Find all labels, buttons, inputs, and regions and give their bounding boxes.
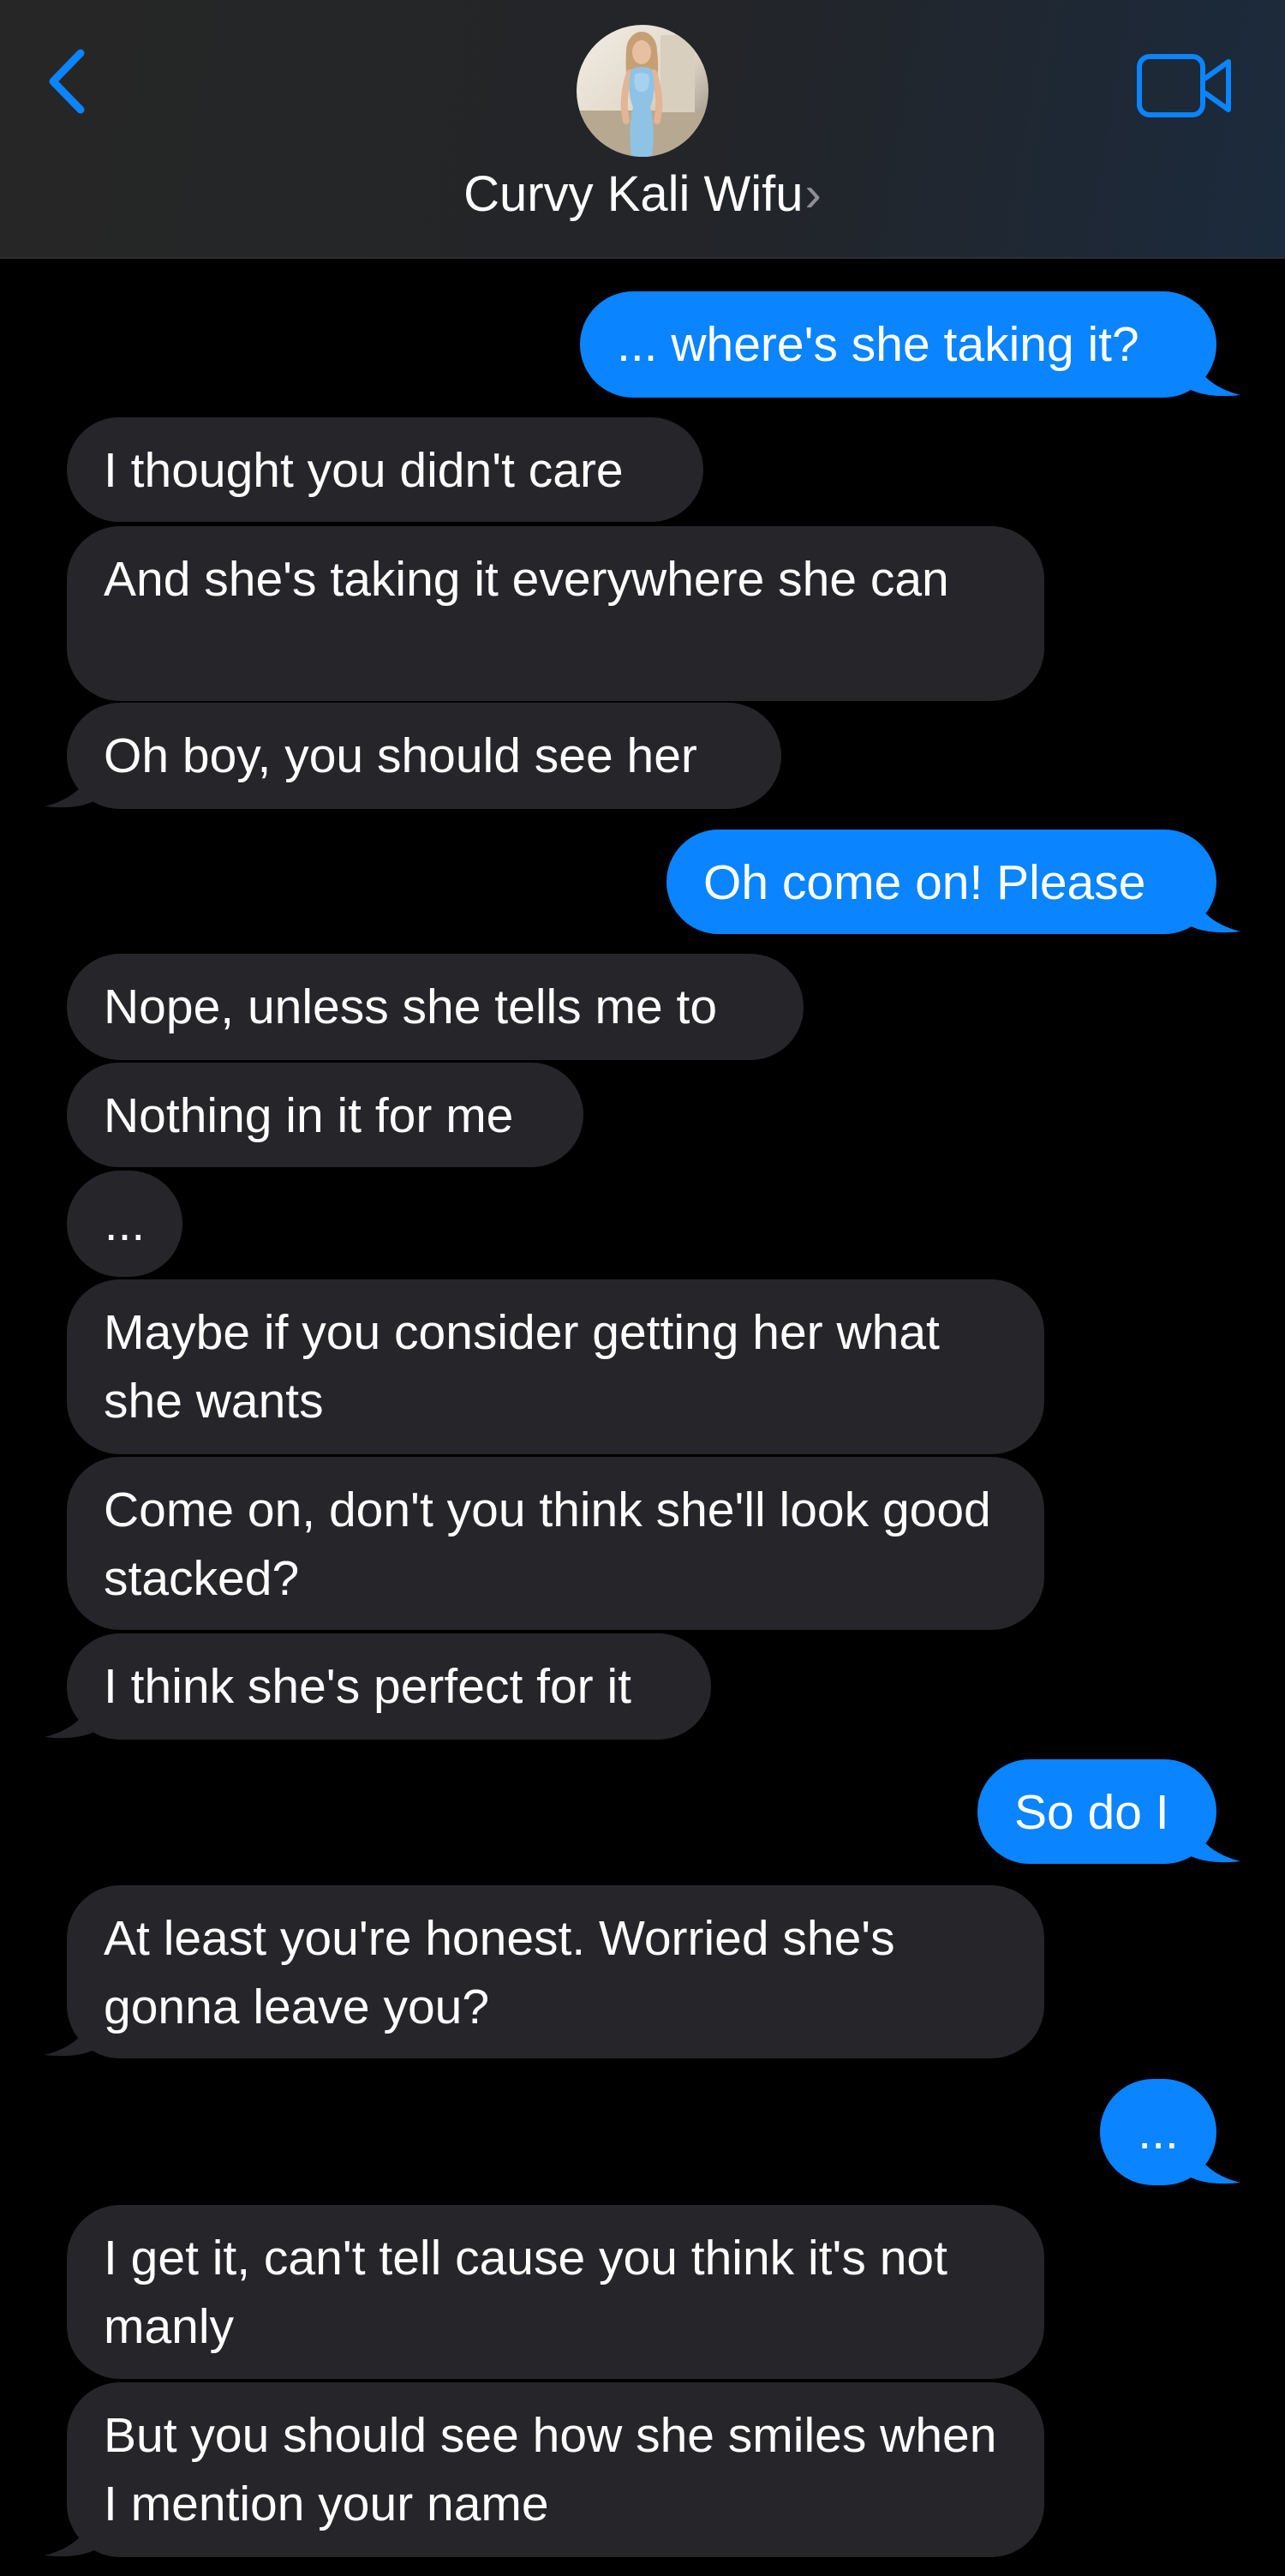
bubble-tail [45,2511,94,2557]
message-bubble-received[interactable]: ... [67,1171,182,1277]
message-bubble-received[interactable]: Maybe if you consider getting her what s… [67,1279,1044,1454]
message-text: Maybe if you consider getting her what s… [104,1305,940,1429]
message-bubble-sent[interactable]: Oh come on! Please [666,830,1216,934]
message-text: ... [1138,2105,1179,2160]
video-call-button[interactable] [1136,53,1234,120]
message-text: I think she's perfect for it [104,1659,631,1714]
bubble-tail [45,762,94,808]
bubble-tail [1191,2138,1240,2184]
message-bubble-received[interactable]: And she's taking it everywhere she can [67,526,1044,701]
message-text: Nope, unless she tells me to [104,979,718,1034]
bubble-tail [1191,1817,1240,1863]
message-bubble-received[interactable]: Come on, don't you think she'll look goo… [67,1457,1044,1630]
message-text: And she's taking it everywhere she can [104,552,949,607]
video-camera-icon [1137,54,1231,117]
chevron-left-icon [49,49,85,114]
message-text: Nothing in it for me [104,1088,514,1143]
message-bubble-sent[interactable]: So do I [977,1759,1216,1864]
message-bubble-received[interactable]: I get it, can't tell cause you think it'… [67,2205,1044,2379]
message-text: I thought you didn't care [104,443,624,498]
conversation-header: Curvy Kali Wifu› [0,0,1285,259]
back-button[interactable] [43,43,94,120]
bubble-tail [45,1692,94,1739]
message-bubble-received[interactable]: But you should see how she smiles when I… [67,2382,1044,2557]
message-text: But you should see how she smiles when I… [104,2408,997,2531]
message-thread: ... where's she taking it? I thought you… [0,257,1285,2576]
message-text: ... where's she taking it? [617,317,1139,372]
message-bubble-received[interactable]: Oh boy, you should see her [67,703,781,809]
bubble-tail [1191,350,1240,397]
avatar-photo [577,25,708,157]
chevron-right-icon: › [804,166,822,222]
bubble-tail [45,2010,94,2057]
message-bubble-received[interactable]: I think she's perfect for it [67,1633,711,1740]
message-bubble-received[interactable]: At least you're honest. Worried she's go… [67,1885,1044,2058]
bubble-tail [1191,887,1240,933]
message-text: Oh boy, you should see her [104,728,697,783]
message-bubble-received[interactable]: Nothing in it for me [67,1063,583,1167]
message-bubble-sent[interactable]: ... where's she taking it? [580,291,1216,398]
contact-name: Curvy Kali Wifu [463,166,804,222]
message-text: Come on, don't you think she'll look goo… [104,1483,991,1606]
contact-name-button[interactable]: Curvy Kali Wifu› [0,165,1285,225]
contact-avatar[interactable] [577,25,708,157]
message-text: At least you're honest. Worried she's go… [104,1911,895,2034]
message-text: Oh come on! Please [703,855,1146,910]
message-text: I get it, can't tell cause you think it'… [104,2231,947,2354]
message-bubble-received[interactable]: I thought you didn't care [67,417,703,522]
message-bubble-received[interactable]: Nope, unless she tells me to [67,954,804,1060]
message-text: So do I [1014,1785,1169,1840]
message-text: ... [104,1196,146,1251]
